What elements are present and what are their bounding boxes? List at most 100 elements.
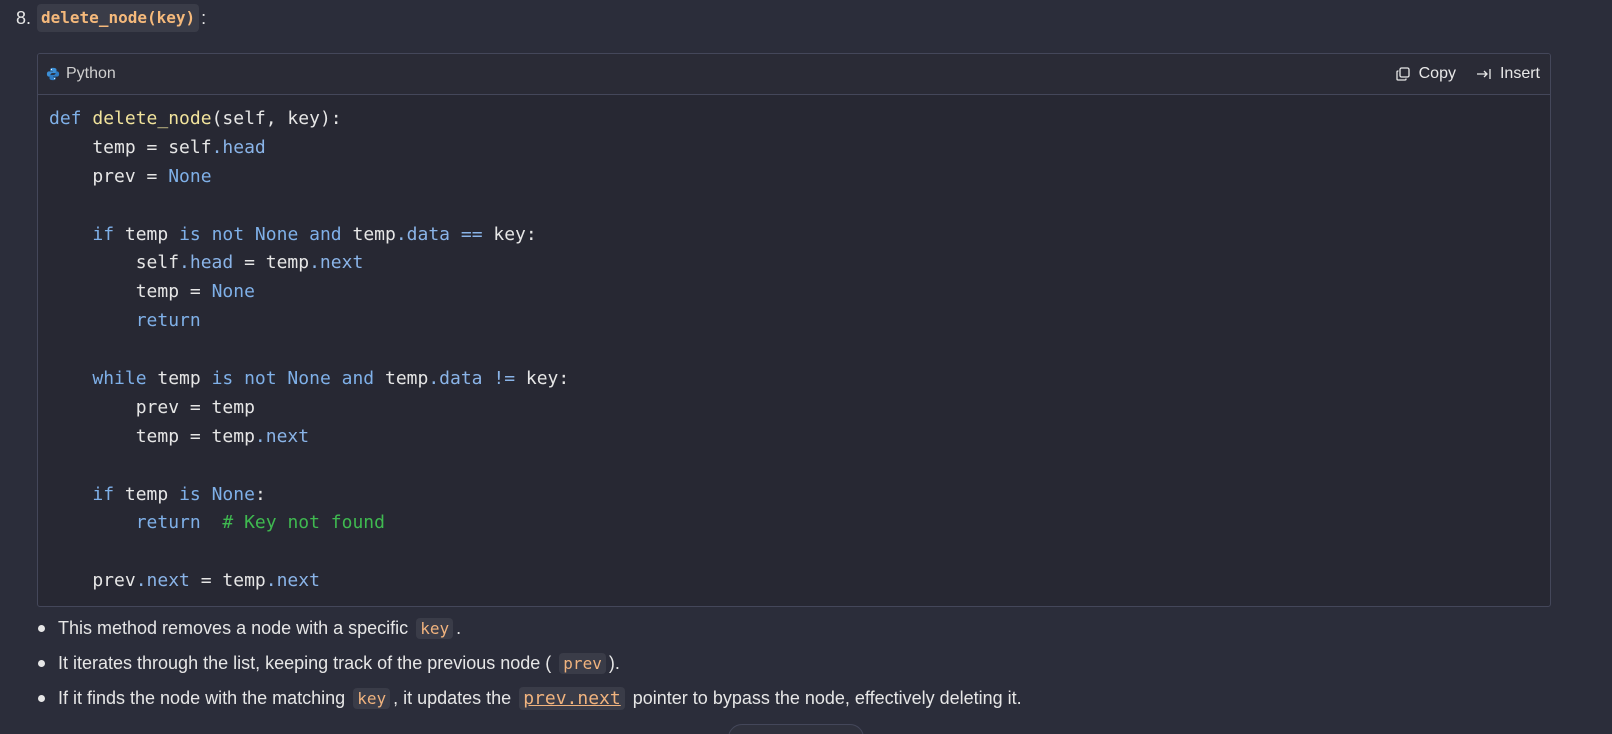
code-token: .head [211, 136, 266, 158]
code-line: while temp is not None and temp.data != … [49, 365, 1539, 394]
insert-button[interactable]: Insert [1476, 65, 1540, 83]
heading-code: delete_node(key) [37, 4, 200, 32]
code-token: temp [374, 368, 429, 390]
heading-suffix: : [201, 8, 207, 28]
code-token: = temp [189, 570, 266, 592]
insert-icon [1476, 69, 1491, 79]
code-token: prev = temp [49, 396, 255, 418]
bullet-text: . [456, 618, 462, 638]
code-line: temp = temp.next [49, 423, 1539, 452]
bullet-text: It iterates through the list, keeping tr… [58, 653, 552, 673]
code-token: return [135, 310, 201, 332]
code-token: .next [135, 570, 190, 592]
code-token: def [49, 108, 82, 129]
code-token: is not None and [179, 223, 342, 245]
bullet-text: pointer to bypass the node, effectively … [632, 688, 1022, 708]
list-item: This method removes a node with a specif… [36, 614, 1022, 649]
bullet-text: ). [608, 653, 620, 673]
code-token: return [135, 512, 201, 534]
bullet-text: , it updates the [393, 688, 512, 708]
python-icon [46, 67, 60, 81]
language-name: Python [66, 65, 116, 82]
code-line: return [49, 307, 1539, 336]
inline-code-link[interactable]: prev.next [519, 687, 625, 710]
code-token: # Key not found [222, 512, 385, 534]
bullet-text: This method removes a node with a specif… [58, 618, 409, 638]
code-content[interactable]: def delete_node(self, key): temp = self.… [38, 95, 1550, 606]
code-line: return # Key not found [49, 509, 1539, 538]
code-token: temp [114, 483, 180, 505]
step-heading: 8. delete_node(key) : [16, 4, 206, 32]
inline-code: prev [559, 653, 606, 674]
inline-code: key [416, 618, 454, 639]
code-line: def delete_node(self, key): [49, 105, 1539, 134]
code-token: = temp [233, 252, 310, 274]
code-token: temp [114, 223, 180, 245]
code-token: (self, key): [211, 108, 342, 129]
code-token: self [49, 252, 180, 274]
code-token: .data [395, 223, 451, 245]
list-item: It iterates through the list, keeping tr… [36, 649, 1022, 684]
step-number: 8. [16, 8, 32, 28]
code-line: prev = temp [49, 394, 1539, 423]
code-token: .next [265, 570, 320, 592]
code-token: temp = self [49, 136, 212, 158]
code-token: == [460, 223, 483, 245]
code-token: delete_node [92, 108, 212, 129]
code-line: if temp is not None and temp.data == key… [49, 221, 1539, 250]
code-token: temp [146, 368, 212, 390]
code-token: .data [428, 368, 483, 390]
code-line: prev = None [49, 163, 1539, 192]
code-token: != [493, 368, 516, 390]
code-token: key: [515, 368, 570, 390]
list-item: If it finds the node with the matching k… [36, 684, 1022, 719]
insert-label: Insert [1499, 65, 1540, 82]
code-header: Python Copy Insert [38, 54, 1550, 95]
code-line: self.head = temp.next [49, 249, 1539, 278]
code-line: if temp is None: [49, 481, 1539, 510]
code-token: is not None and [211, 368, 375, 390]
chat-response: 8. delete_node(key) : Python Copy Insert… [0, 0, 1612, 734]
code-token: is None [179, 483, 255, 505]
code-token: prev = [49, 165, 169, 187]
code-token: if [92, 223, 115, 245]
code-token: .next [254, 425, 310, 447]
code-token: temp = [49, 281, 212, 303]
code-token: key: [482, 223, 537, 245]
code-token: None [168, 165, 212, 187]
code-token: .head [179, 252, 234, 274]
language-label: Python [46, 65, 116, 83]
copy-button[interactable]: Copy [1395, 65, 1456, 83]
code-token: prev [49, 570, 136, 592]
code-line: temp = None [49, 278, 1539, 307]
inline-code: key [353, 688, 391, 709]
code-token: None [211, 281, 255, 303]
code-token: temp [341, 223, 396, 245]
bullet-text: If it finds the node with the matching [58, 688, 346, 708]
code-token: temp = temp [49, 425, 255, 447]
scroll-to-bottom-button[interactable] [728, 724, 864, 734]
code-line: prev.next = temp.next [49, 567, 1539, 596]
code-token: if [92, 483, 115, 505]
code-block: Python Copy Insert def delete_node(self,… [37, 53, 1551, 607]
copy-label: Copy [1418, 65, 1456, 82]
code-token: .next [309, 252, 364, 274]
copy-icon [1395, 67, 1410, 81]
code-token: while [92, 368, 147, 390]
explanation-list: This method removes a node with a specif… [36, 614, 1022, 719]
code-token: : [254, 483, 266, 505]
code-line: temp = self.head [49, 134, 1539, 163]
